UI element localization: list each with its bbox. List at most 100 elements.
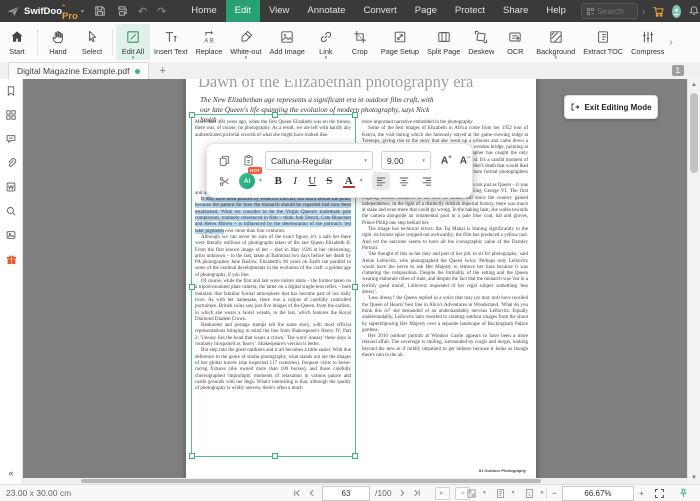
document-canvas[interactable]: Dawn of the Elizabethan photography era …	[23, 79, 688, 478]
chevron-down-icon[interactable]: ▾	[360, 178, 363, 184]
comments-panel-button[interactable]	[0, 127, 22, 151]
paragraph: But step into the great outdoors and it …	[195, 348, 351, 392]
tool-page-setup[interactable]: Page Setup	[377, 24, 423, 60]
font-color-button[interactable]: A	[342, 175, 356, 188]
cart-icon[interactable]	[652, 5, 665, 18]
chevron-down-icon[interactable]: ▾	[259, 178, 262, 184]
tool-deskew[interactable]: Deskew	[464, 24, 498, 60]
decrease-font-button[interactable]: A−	[460, 155, 471, 166]
expand-chevron-icon[interactable]: ›	[642, 6, 645, 16]
menu-convert[interactable]: Convert	[354, 0, 405, 22]
attachments-panel-button[interactable]	[0, 151, 22, 175]
menu-help[interactable]: Help	[537, 0, 575, 22]
history-back-button[interactable]	[434, 486, 450, 500]
italic-button[interactable]: I	[287, 175, 304, 187]
menu-bar: Home Edit View Annotate Convert Page Pro…	[182, 0, 575, 22]
paragraph: 'Less dressy!' the Queen replied in a vo…	[362, 296, 528, 333]
pin-icon[interactable]	[678, 488, 689, 499]
tool-extract-toc[interactable]: Extract TOC	[579, 24, 627, 60]
undo-icon[interactable]: ↶	[138, 5, 147, 18]
tool-replace[interactable]: AB Replace	[192, 24, 227, 60]
account-avatar[interactable]	[671, 4, 681, 18]
zoom-level-input[interactable]	[561, 485, 634, 501]
current-page-input[interactable]	[322, 485, 370, 501]
underline-button[interactable]: U	[304, 175, 321, 187]
scroll-up-button[interactable]: ▲	[688, 79, 700, 91]
resize-handle[interactable]	[271, 453, 278, 459]
fullscreen-button[interactable]	[654, 488, 665, 499]
first-page-button[interactable]	[292, 488, 302, 498]
menu-protect[interactable]: Protect	[446, 0, 494, 22]
tool-link[interactable]: Link ▾	[309, 24, 343, 61]
thumbnails-panel-button[interactable]	[0, 103, 22, 127]
copy-button[interactable]	[215, 152, 233, 170]
search-box[interactable]	[580, 3, 638, 19]
align-left-button[interactable]	[371, 172, 390, 190]
background-mode-select[interactable]: ▾	[466, 488, 486, 499]
bold-button[interactable]: B	[270, 175, 287, 187]
tool-ocr[interactable]: OCR	[498, 24, 532, 60]
insert-text-icon	[163, 29, 179, 45]
last-page-button[interactable]	[412, 488, 422, 498]
tool-crop[interactable]: Crop	[343, 24, 377, 60]
strikethrough-button[interactable]: S	[321, 175, 338, 187]
tool-hand[interactable]: Hand	[41, 24, 75, 60]
exit-editing-mode-button[interactable]: Exit Editing Mode	[564, 95, 658, 119]
next-page-button[interactable]	[397, 488, 407, 498]
vertical-scroll-thumb[interactable]	[690, 93, 698, 173]
tool-compress[interactable]: Compress	[627, 24, 668, 60]
tool-insert-text[interactable]: Insert Text	[150, 24, 192, 60]
horizontal-scroll-thumb[interactable]	[81, 479, 541, 483]
bell-icon[interactable]	[688, 5, 700, 17]
resize-handle[interactable]	[189, 112, 195, 118]
align-right-button[interactable]	[418, 172, 436, 190]
menu-view[interactable]: View	[260, 0, 298, 22]
promo-gift-button[interactable]	[0, 247, 22, 271]
menu-share[interactable]: Share	[494, 0, 537, 22]
chevron-down-icon[interactable]: ▾	[81, 8, 84, 15]
tool-edit-all[interactable]: Edit All ▾	[116, 24, 150, 61]
menu-page[interactable]: Page	[406, 0, 446, 22]
collapse-sidebar-button[interactable]: «	[0, 468, 22, 478]
word-convert-button[interactable]	[0, 175, 22, 199]
tool-add-image[interactable]: Add Image	[266, 24, 309, 60]
ai-assistant-button[interactable]: AI HOT	[239, 167, 263, 189]
menu-home[interactable]: Home	[182, 0, 225, 22]
cut-button[interactable]	[215, 172, 233, 190]
pdf-page[interactable]: Dawn of the Elizabethan photography era …	[186, 79, 536, 478]
toolbar-overflow-chevron[interactable]: ›	[669, 37, 672, 48]
vertical-scrollbar[interactable]: ▲ ▼	[687, 79, 700, 484]
align-center-button[interactable]	[395, 172, 413, 190]
print-icon[interactable]	[116, 5, 128, 17]
resize-handle[interactable]	[352, 453, 358, 459]
zoom-out-button[interactable]: −	[552, 488, 557, 498]
app-logo[interactable]: SwifDoo -Pro ▾	[6, 0, 84, 22]
menu-annotate[interactable]: Annotate	[298, 0, 354, 22]
images-panel-button[interactable]	[0, 223, 22, 247]
bookmarks-panel-button[interactable]	[0, 79, 22, 103]
background-icon	[548, 29, 564, 45]
search-panel-button[interactable]	[0, 199, 22, 223]
redo-icon[interactable]: ↷	[157, 5, 166, 18]
menu-edit[interactable]: Edit	[225, 0, 260, 22]
font-family-select[interactable]: Calluna-Regular ▾	[265, 151, 373, 170]
save-icon[interactable]	[94, 5, 106, 17]
tool-white-out[interactable]: White-out ▾	[226, 24, 265, 61]
app-name-suffix: -Pro	[62, 0, 78, 22]
tool-select[interactable]: Select	[75, 24, 109, 60]
previous-page-button[interactable]	[307, 488, 317, 498]
zoom-in-button[interactable]: +	[639, 488, 644, 498]
tool-background[interactable]: Background ▾	[532, 24, 579, 61]
resize-handle[interactable]	[189, 453, 195, 459]
scroll-down-button[interactable]: ▼	[688, 472, 700, 484]
page-layout-select[interactable]: ▾	[495, 488, 515, 499]
resize-handle[interactable]	[352, 283, 358, 290]
font-size-select[interactable]: 9.00 ▾	[381, 151, 431, 170]
search-input[interactable]	[594, 5, 633, 17]
single-page-view-select[interactable]: 1 ▾	[524, 488, 543, 499]
tool-split-page[interactable]: Split Page	[423, 24, 464, 60]
increase-font-button[interactable]: A+	[441, 155, 452, 166]
document-tab[interactable]: Digital Magazine Example.pdf	[8, 62, 150, 79]
tool-start[interactable]: Start	[0, 24, 34, 60]
new-tab-button[interactable]: +	[159, 65, 165, 77]
